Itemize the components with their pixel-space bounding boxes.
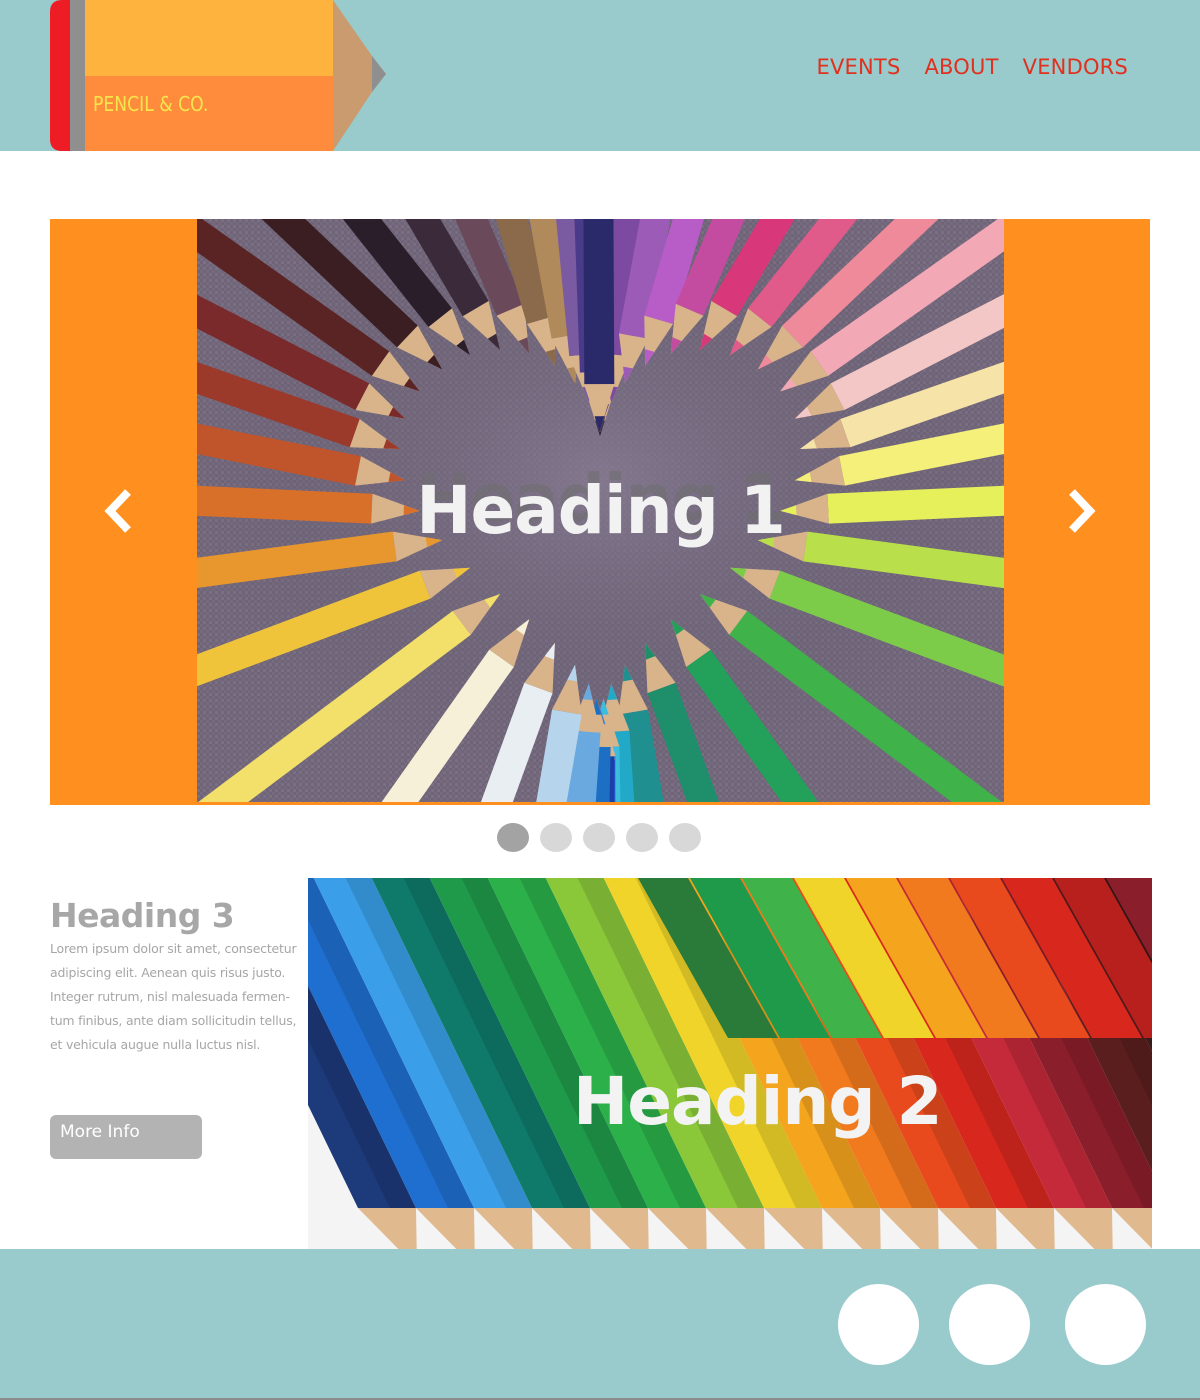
feature-image-heading: Heading 2 <box>573 1063 943 1140</box>
carousel-indicator-2[interactable] <box>540 823 572 852</box>
social-icon-1[interactable] <box>838 1284 919 1365</box>
more-info-label: More Info <box>60 1122 140 1142</box>
site-footer <box>0 1249 1200 1398</box>
pencil-logo-graphic <box>50 0 386 151</box>
carousel-indicator-3[interactable] <box>583 823 615 852</box>
brand-name: PENCIL & CO. <box>93 92 209 116</box>
chevron-left-icon <box>104 489 131 533</box>
carousel-slide-image: Heading 1 <box>197 219 1004 802</box>
nav-vendors[interactable]: VENDORS <box>1023 55 1128 79</box>
carousel-prev-button[interactable] <box>90 481 150 541</box>
carousel-indicator-5[interactable] <box>669 823 701 852</box>
feature-image: Heading 2 <box>308 878 1152 1249</box>
hero-carousel: Heading 1 <box>50 219 1150 805</box>
feature-text-block: Heading 3 Lorem ipsum dolor sit amet, co… <box>50 896 302 1057</box>
feature-body: Lorem ipsum dolor sit amet, consectetur … <box>50 941 297 1052</box>
nav-about[interactable]: ABOUT <box>924 55 998 79</box>
main-nav: EVENTS ABOUT VENDORS <box>817 55 1129 79</box>
social-icon-3[interactable] <box>1065 1284 1146 1365</box>
feature-heading: Heading 3 <box>50 896 235 935</box>
nav-events[interactable]: EVENTS <box>817 55 901 79</box>
carousel-indicators <box>497 823 701 852</box>
more-info-button[interactable]: More Info <box>50 1115 202 1159</box>
carousel-indicator-1[interactable] <box>497 823 529 852</box>
site-header: PENCIL & CO. EVENTS ABOUT VENDORS <box>0 0 1200 151</box>
pencils-heart-photo <box>197 219 1004 802</box>
carousel-indicator-4[interactable] <box>626 823 658 852</box>
social-icon-2[interactable] <box>949 1284 1030 1365</box>
carousel-next-button[interactable] <box>1050 481 1110 541</box>
brand-logo[interactable]: PENCIL & CO. <box>50 0 390 151</box>
chevron-right-icon <box>1069 489 1096 533</box>
